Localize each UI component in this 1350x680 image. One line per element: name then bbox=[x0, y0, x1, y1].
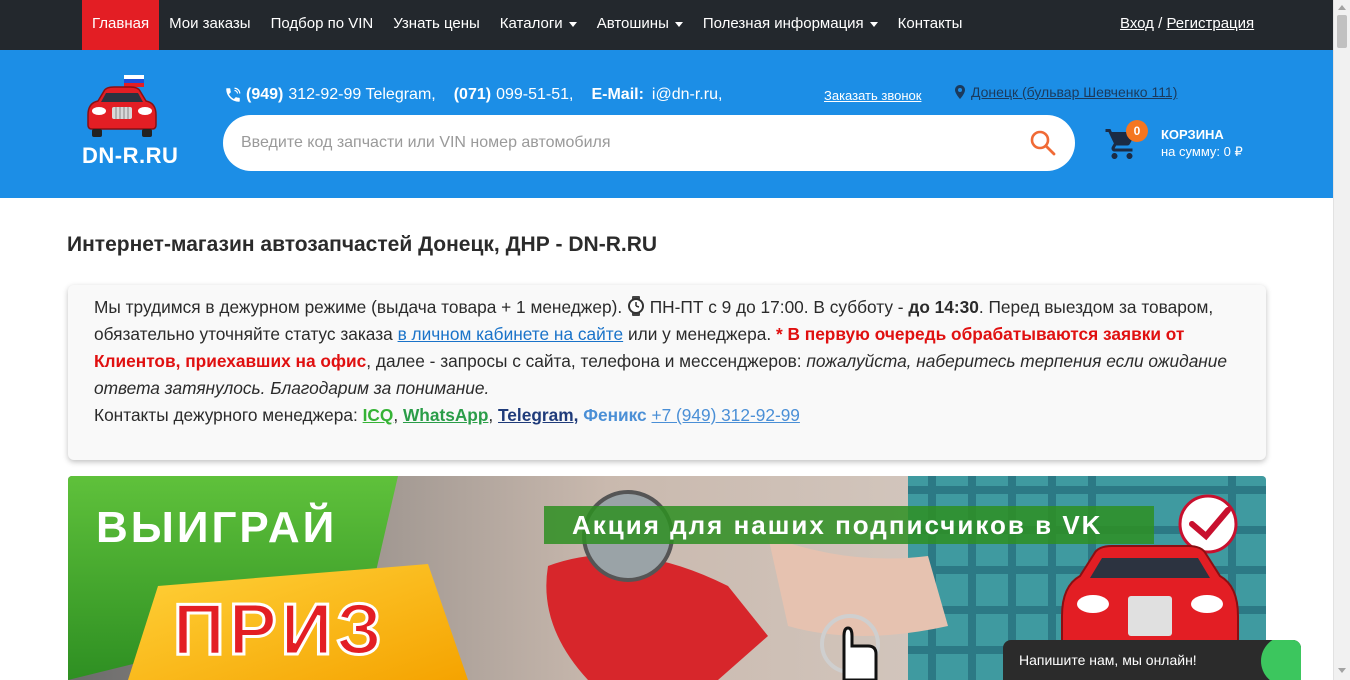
chat-online-indicator bbox=[1261, 640, 1301, 680]
cart-title: КОРЗИНА bbox=[1161, 127, 1224, 142]
email-link[interactable]: i@dn-r.ru, bbox=[652, 86, 722, 104]
site-logo[interactable]: DN-R.RU bbox=[82, 75, 202, 175]
nav-item-label: Полезная информация bbox=[702, 15, 864, 32]
cart-count-badge: 0 bbox=[1126, 120, 1148, 142]
banner-vk-title: Акция для наших подписчиков в VK bbox=[572, 510, 1102, 540]
auth-links: Вход / Регистрация bbox=[1120, 0, 1254, 50]
cart-sum: на сумму: 0 ₽ bbox=[1161, 144, 1243, 159]
register-link[interactable]: Регистрация bbox=[1166, 15, 1254, 32]
auth-separator: / bbox=[1158, 15, 1163, 32]
nav-item-vin-search[interactable]: Подбор по VIN bbox=[261, 0, 384, 50]
contacts-label: Контакты дежурного менеджера: bbox=[94, 405, 358, 425]
fenix-label: Феникс bbox=[583, 405, 647, 425]
nav-item-label: Узнать цены bbox=[393, 15, 480, 32]
live-chat-widget[interactable]: Напишите нам, мы онлайн! bbox=[1003, 640, 1301, 680]
notice-saturday-time: до 14:30 bbox=[908, 297, 979, 317]
page-scrollbar[interactable] bbox=[1333, 0, 1350, 680]
nav-item-my-orders[interactable]: Мои заказы bbox=[159, 0, 261, 50]
address-link[interactable]: Донецк (бульвар Шевченко 111) bbox=[954, 84, 1177, 100]
phone-icon bbox=[226, 87, 241, 102]
icq-link[interactable]: ICQ bbox=[363, 405, 394, 425]
phone1-number[interactable]: 312-92-99 Telegram, bbox=[288, 86, 435, 104]
nav-item-label: Автошины bbox=[596, 15, 669, 32]
nav-item-label: Главная bbox=[92, 15, 150, 32]
red-car-logo-icon bbox=[87, 75, 157, 137]
nav-item-useful-info[interactable]: Полезная информация bbox=[693, 0, 888, 50]
search-icon bbox=[1030, 130, 1056, 156]
whatsapp-link[interactable]: WhatsApp bbox=[403, 405, 488, 425]
nav-item-label: Подбор по VIN bbox=[270, 15, 374, 32]
address-text: Донецк (бульвар Шевченко 111) bbox=[971, 84, 1178, 100]
personal-account-link[interactable]: в личном кабинете на сайте bbox=[398, 324, 624, 344]
telegram-link[interactable]: Telegram, bbox=[498, 405, 578, 425]
notice-text: , далее - запросы с сайта, телефона и ме… bbox=[366, 351, 802, 371]
logo-text: DN-R.RU bbox=[82, 143, 179, 168]
phone2-number[interactable]: 099-51-51, bbox=[496, 86, 573, 104]
nav-item-home[interactable]: Главная bbox=[82, 0, 160, 50]
top-navigation: Главная Мои заказы Подбор по VIN Узнать … bbox=[0, 0, 1333, 50]
nav-item-contacts[interactable]: Контакты bbox=[888, 0, 973, 50]
manager-phone-link[interactable]: +7 (949) 312-92-99 bbox=[651, 405, 799, 425]
nav-item-prices[interactable]: Узнать цены bbox=[383, 0, 490, 50]
separator-comma: , bbox=[488, 405, 494, 425]
phone2-code: (071) bbox=[453, 86, 492, 103]
nav-item-label: Каталоги bbox=[499, 15, 563, 32]
main-menu: Главная Мои заказы Подбор по VIN Узнать … bbox=[82, 0, 972, 50]
separator-comma: , bbox=[393, 405, 399, 425]
watch-icon bbox=[627, 296, 644, 316]
phone1-code: (949) bbox=[246, 86, 284, 103]
notice-text: Мы трудимся в дежурном режиме (выдача то… bbox=[94, 297, 623, 317]
caret-down-icon bbox=[674, 21, 683, 27]
banner-win-text: ВЫИГРАЙ bbox=[96, 501, 337, 552]
scrollbar-thumb[interactable] bbox=[1337, 15, 1347, 48]
nav-item-label: Контакты bbox=[897, 15, 963, 32]
nav-item-catalogs[interactable]: Каталоги bbox=[490, 0, 587, 50]
header-contacts: (949) 312-92-99 Telegram, (071) 099-51-5… bbox=[224, 84, 722, 106]
caret-down-icon bbox=[869, 21, 878, 27]
email-label: E-Mail: bbox=[591, 86, 644, 103]
scroll-down-arrow-icon[interactable] bbox=[1338, 668, 1346, 673]
nav-item-label: Мои заказы bbox=[169, 15, 251, 32]
notice-box: Мы трудимся в дежурном режиме (выдача то… bbox=[68, 285, 1266, 460]
notice-text: ПН-ПТ с 9 до 17:00. В субботу - bbox=[649, 297, 904, 317]
scroll-up-arrow-icon[interactable] bbox=[1338, 5, 1346, 10]
site-header: DN-R.RU (949) 312-92-99 Telegram, (071) … bbox=[0, 50, 1333, 198]
chat-label: Напишите нам, мы онлайн! bbox=[1019, 652, 1197, 668]
cart-widget[interactable]: 0 КОРЗИНА на сумму: 0 ₽ bbox=[1104, 120, 1264, 170]
login-link[interactable]: Вход bbox=[1120, 15, 1154, 32]
notice-text: или у менеджера. bbox=[627, 324, 772, 344]
nav-item-tires[interactable]: Автошины bbox=[587, 0, 693, 50]
map-pin-icon bbox=[955, 85, 965, 99]
search-input[interactable] bbox=[239, 115, 1009, 171]
search-bar bbox=[223, 115, 1075, 171]
banner-prize-text: ПРИЗ bbox=[173, 590, 386, 670]
callback-link[interactable]: Заказать звонок bbox=[824, 88, 921, 103]
search-button[interactable] bbox=[1029, 129, 1057, 157]
page-title: Интернет-магазин автозапчастей Донецк, Д… bbox=[67, 233, 658, 256]
caret-down-icon bbox=[568, 21, 577, 27]
